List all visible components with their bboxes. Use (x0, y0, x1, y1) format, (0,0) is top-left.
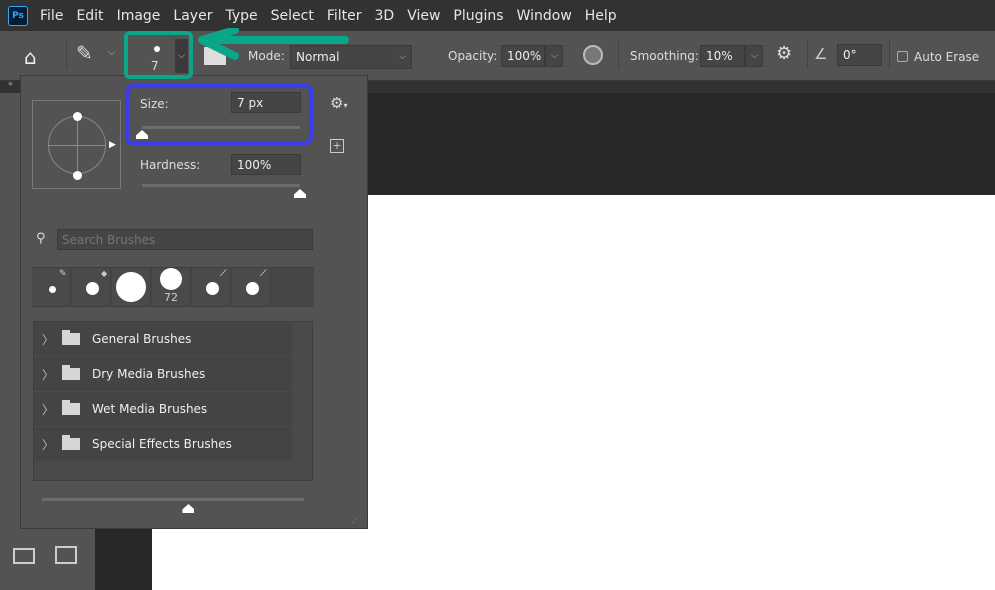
folder-icon (62, 400, 80, 415)
recent-brush[interactable]: ⟋ (232, 268, 271, 306)
search-brushes-input[interactable] (57, 229, 313, 250)
annotation-blue-highlight (125, 84, 313, 145)
menu-bar: Ps File Edit Image Layer Type Select Fil… (0, 0, 995, 31)
smoothing-input[interactable]: 10% (700, 45, 745, 67)
brush-size-label: 72 (164, 291, 178, 304)
auto-erase-label: Auto Erase (914, 50, 980, 64)
folder-general-brushes[interactable]: 〉 General Brushes (34, 322, 292, 357)
opacity-dropdown[interactable]: ⌵ (545, 45, 563, 67)
smoothing-dropdown[interactable]: ⌵ (745, 45, 763, 67)
collapse-icon[interactable]: « (8, 79, 13, 88)
smoothing-value: 10% (706, 49, 733, 63)
menu-3d[interactable]: 3D (375, 8, 395, 24)
folder-label: Dry Media Brushes (92, 367, 206, 381)
menu-filter[interactable]: Filter (327, 8, 362, 24)
gear-icon[interactable]: ⚙ (776, 43, 792, 64)
recent-brush[interactable]: ⟋ (192, 268, 231, 306)
folder-dry-media-brushes[interactable]: 〉 Dry Media Brushes (34, 357, 292, 392)
opacity-value: 100% (507, 49, 542, 63)
folder-label: Special Effects Brushes (92, 437, 232, 451)
quick-mask-icon[interactable] (13, 548, 35, 564)
folder-wet-media-brushes[interactable]: 〉 Wet Media Brushes (34, 392, 292, 427)
folder-icon (62, 365, 80, 380)
hardness-label: Hardness: (140, 158, 201, 172)
chevron-right-icon[interactable]: 〉 (34, 366, 62, 383)
folder-special-effects-brushes[interactable]: 〉 Special Effects Brushes (34, 427, 292, 462)
menu-view[interactable]: View (407, 8, 440, 24)
play-arrow-icon[interactable]: ▶ (109, 140, 116, 150)
photoshop-logo: Ps (8, 5, 28, 26)
arrow-shape (198, 28, 349, 60)
menu-edit[interactable]: Edit (76, 8, 103, 24)
folder-label: Wet Media Brushes (92, 402, 208, 416)
hardness-input[interactable]: 100% (231, 154, 301, 175)
recent-brush[interactable]: 72 (152, 268, 191, 306)
recent-brush[interactable]: ✎ (32, 268, 71, 306)
new-preset-icon[interactable]: + (330, 139, 344, 153)
opacity-label: Opacity: (448, 49, 498, 63)
menu-select[interactable]: Select (271, 8, 314, 24)
recent-brushes-strip: ✎ ◆ 72 ⟋ ⟋ (32, 267, 314, 307)
hardness-slider[interactable] (142, 184, 300, 187)
pressure-opacity-icon[interactable] (583, 45, 603, 65)
hardness-value: 100% (237, 157, 272, 172)
menu-type[interactable]: Type (225, 8, 257, 24)
brush-tip-preview[interactable]: ▶ (32, 100, 121, 189)
recent-brush[interactable]: ◆ (72, 268, 111, 306)
hardness-slider-thumb[interactable] (294, 189, 306, 198)
brush-folder-list: 〉 General Brushes 〉 Dry Media Brushes 〉 Wet… (33, 321, 313, 481)
angle-icon: ∠ (814, 45, 828, 63)
menu-image[interactable]: Image (117, 8, 161, 24)
chevron-right-icon[interactable]: 〉 (34, 401, 62, 418)
auto-erase-checkbox[interactable] (897, 51, 908, 62)
preview-size-slider[interactable] (42, 498, 304, 501)
folder-icon (62, 435, 80, 450)
menu-window[interactable]: Window (517, 8, 572, 24)
preview-size-slider-thumb[interactable] (182, 504, 195, 513)
tool-preset-chevron-icon[interactable]: ⌵ (108, 47, 116, 58)
chevron-right-icon[interactable]: 〉 (34, 331, 62, 348)
pencil-tool-icon[interactable]: ✎ (76, 41, 93, 65)
menu-layer[interactable]: Layer (173, 8, 212, 24)
angle-value: 0° (843, 48, 857, 62)
menu-plugins[interactable]: Plugins (453, 8, 503, 24)
annotation-green-arrow (198, 28, 349, 60)
home-icon[interactable]: ⌂ (24, 45, 37, 69)
resize-grip-icon[interactable]: ⋰ (351, 512, 362, 525)
menu-file[interactable]: File (40, 8, 63, 24)
search-icon: ⚲ (36, 231, 46, 246)
screen-mode-icon[interactable] (55, 546, 77, 564)
recent-brush[interactable] (112, 268, 151, 306)
chevron-right-icon[interactable]: 〉 (34, 436, 62, 453)
folder-icon (62, 330, 80, 345)
folder-label: General Brushes (92, 332, 192, 346)
smoothing-label: Smoothing: (630, 49, 699, 63)
annotation-green-highlight (124, 31, 193, 79)
angle-input[interactable]: 0° (837, 44, 882, 66)
opacity-input[interactable]: 100% (501, 45, 545, 67)
gear-icon[interactable]: ⚙▾ (330, 94, 347, 112)
menu-help[interactable]: Help (585, 8, 617, 24)
chevron-down-icon: ⌵ (399, 52, 406, 62)
